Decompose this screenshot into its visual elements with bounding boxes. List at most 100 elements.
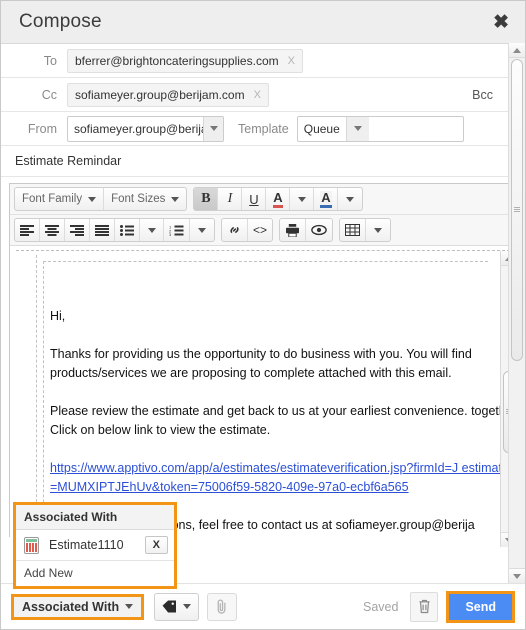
body-paragraph-1: Thanks for providing us the opportunity … xyxy=(50,347,472,380)
bold-button[interactable]: B xyxy=(194,188,219,210)
italic-button[interactable]: I xyxy=(218,188,243,210)
to-recipient-email: bferrer@brightoncateringsupplies.com xyxy=(75,53,279,68)
cc-recipient-email: sofiameyer.group@berijam.com xyxy=(75,87,245,102)
link-icon xyxy=(230,226,239,234)
numbered-list-button[interactable]: 123 xyxy=(164,219,190,241)
insert-link-button[interactable] xyxy=(222,219,248,241)
editor-toolbar-row-2: 123 <> xyxy=(10,215,516,246)
cc-chip-remove-icon[interactable]: X xyxy=(254,89,261,101)
font-family-label: Font Family xyxy=(22,193,83,205)
cc-recipient-chip[interactable]: sofiameyer.group@berijam.com X xyxy=(67,82,269,107)
chevron-down-icon xyxy=(513,573,521,579)
from-chevron-down-icon[interactable] xyxy=(203,116,223,141)
font-size-chevron-down-icon xyxy=(171,196,180,202)
print-preview-group xyxy=(279,218,334,242)
associated-with-popup-header: Associated With xyxy=(16,505,174,530)
table-dropdown[interactable] xyxy=(366,219,390,241)
editor-dashed-guide-top-inner xyxy=(43,261,488,262)
table-group xyxy=(339,218,392,242)
to-recipient-chip[interactable]: bferrer@brightoncateringsupplies.com X xyxy=(67,48,303,73)
table-icon xyxy=(345,224,361,236)
cc-label: Cc xyxy=(41,87,57,102)
estimate-verification-link[interactable]: https://www.apptivo.com/app/a/estimates/… xyxy=(50,459,516,497)
dialog-scrollbar[interactable] xyxy=(508,43,525,583)
to-chip-remove-icon[interactable]: X xyxy=(288,55,295,67)
compose-dialog: Compose ✖ To bferrer@brightoncateringsup… xyxy=(0,0,526,630)
page-title: Compose xyxy=(19,11,102,32)
highlight-color-button[interactable]: A xyxy=(314,188,339,210)
bullet-list-dropdown[interactable] xyxy=(140,219,164,241)
associated-with-chevron-down-icon xyxy=(125,604,134,609)
paperclip-icon xyxy=(217,599,226,614)
font-color-chevron-down-icon xyxy=(297,196,306,202)
tag-icon xyxy=(162,600,177,613)
alignment-group: 123 xyxy=(14,218,215,242)
font-color-icon: A xyxy=(273,191,283,208)
source-code-button[interactable]: <> xyxy=(248,219,272,241)
from-select[interactable]: sofiameyer.group@berijam xyxy=(67,115,224,142)
preview-button[interactable] xyxy=(306,219,332,241)
font-size-label: Font Sizes xyxy=(111,193,166,205)
close-icon[interactable]: ✖ xyxy=(493,13,509,32)
italic-icon: I xyxy=(227,191,233,206)
highlight-color-dropdown[interactable] xyxy=(338,188,362,210)
template-value: Queue xyxy=(303,121,340,136)
from-value: sofiameyer.group@berijam xyxy=(74,121,203,136)
template-label: Template xyxy=(238,121,289,136)
align-center-button[interactable] xyxy=(40,219,65,241)
print-button[interactable] xyxy=(280,219,307,241)
bullet-list-button[interactable] xyxy=(115,219,140,241)
subject-field[interactable]: Estimate Remindar xyxy=(1,146,525,177)
numbered-list-icon: 123 xyxy=(169,225,184,236)
font-color-button[interactable]: A xyxy=(266,188,291,210)
associated-with-dropdown[interactable]: Associated With xyxy=(11,593,145,620)
save-status: Saved xyxy=(362,599,399,614)
dialog-scroll-thumb[interactable] xyxy=(511,59,523,361)
insert-table-button[interactable] xyxy=(340,219,367,241)
align-right-button[interactable] xyxy=(65,219,90,241)
dialog-footer: Associated With Saved Send xyxy=(1,583,525,629)
from-template-row: From sofiameyer.group@berijam Template Q… xyxy=(1,112,525,146)
body-paragraph-2: Please review the estimate and get back … xyxy=(50,404,516,437)
underline-button[interactable]: U xyxy=(242,188,267,210)
associated-item-remove-button[interactable]: X xyxy=(144,536,168,554)
associated-with-dropdown-label: Associated With xyxy=(22,599,120,614)
print-icon xyxy=(286,223,300,237)
align-right-icon xyxy=(70,224,84,236)
scroll-grip-icon xyxy=(514,206,520,212)
dialog-scroll-up-button[interactable] xyxy=(509,43,525,58)
from-label: From xyxy=(27,121,57,136)
associated-item-name: Estimate1110 xyxy=(49,538,124,552)
font-family-dropdown[interactable]: Font Family xyxy=(15,188,105,210)
font-size-dropdown[interactable]: Font Sizes xyxy=(104,188,186,210)
font-color-dropdown[interactable] xyxy=(290,188,315,210)
numbered-list-dropdown[interactable] xyxy=(190,219,214,241)
template-chevron-down-icon[interactable] xyxy=(345,116,369,141)
trash-icon xyxy=(419,599,430,614)
code-icon: <> xyxy=(253,223,268,237)
dialog-titlebar: Compose ✖ xyxy=(1,1,525,44)
to-label: To xyxy=(43,53,57,68)
align-left-icon xyxy=(20,224,34,236)
dialog-scroll-down-button[interactable] xyxy=(509,568,525,583)
delete-draft-button[interactable] xyxy=(410,591,439,622)
align-justify-icon xyxy=(95,224,109,236)
bold-icon: B xyxy=(201,191,211,206)
rich-text-editor: Font Family Font Sizes B I U A A 1 2 3 <… xyxy=(9,183,517,548)
numbered-chevron-down-icon xyxy=(198,227,206,233)
align-center-icon xyxy=(45,224,59,236)
add-new-association-link[interactable]: Add New xyxy=(16,561,174,586)
editor-toolbar-row-1: Font Family Font Sizes B I U A A xyxy=(10,184,516,215)
bullet-chevron-down-icon xyxy=(147,227,156,233)
body-greeting: Hi, xyxy=(50,309,66,323)
text-style-group: B I U A A xyxy=(193,187,364,211)
associated-with-popup: Associated With Estimate1110 X Add New xyxy=(13,502,177,589)
align-justify-button[interactable] xyxy=(90,219,115,241)
send-button[interactable]: Send xyxy=(446,590,515,623)
estimate-calculator-icon xyxy=(24,536,39,554)
tag-button[interactable] xyxy=(154,592,200,621)
highlight-chevron-down-icon xyxy=(346,196,355,202)
align-left-button[interactable] xyxy=(15,219,40,241)
attach-file-button[interactable] xyxy=(207,592,238,621)
template-select[interactable]: Queue xyxy=(296,115,464,142)
